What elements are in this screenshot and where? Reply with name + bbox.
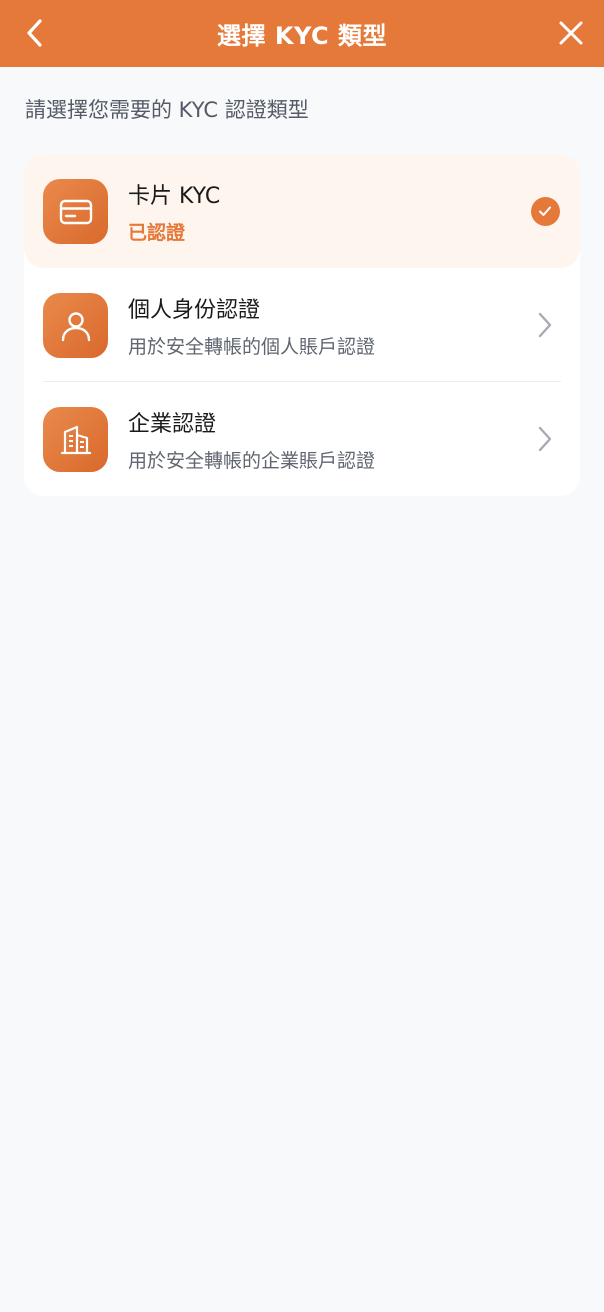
chevron-right-icon xyxy=(530,310,560,340)
kyc-option-enterprise[interactable]: 企業認證 用於安全轉帳的企業賬戶認證 xyxy=(24,382,580,496)
page-title: 選擇 KYC 類型 xyxy=(217,22,387,50)
card-icon xyxy=(59,199,92,224)
option-label: 企業認證 xyxy=(128,412,217,437)
app-header: 選擇 KYC 類型 xyxy=(0,0,604,67)
close-button[interactable] xyxy=(554,16,588,50)
selected-indicator xyxy=(530,196,560,226)
kyc-option-personal[interactable]: 個人身份認證 用於安全轉帳的個人賬戶認證 xyxy=(24,268,580,382)
kyc-option-card[interactable]: 卡片 KYC 已認證 xyxy=(24,154,580,268)
option-description: 用於安全轉帳的企業賬戶認證 xyxy=(128,450,376,472)
building-icon xyxy=(60,425,91,454)
close-icon xyxy=(559,21,583,45)
verified-status: 已認證 xyxy=(128,222,186,244)
chevron-left-icon xyxy=(27,19,42,47)
option-description: 用於安全轉帳的個人賬戶認證 xyxy=(128,336,376,358)
chevron-right-icon xyxy=(530,424,560,454)
instruction-text: 請選擇您需要的 KYC 認證類型 xyxy=(25,98,309,122)
person-icon-box xyxy=(43,293,108,358)
option-label: 卡片 KYC xyxy=(128,184,221,209)
check-circle-icon xyxy=(530,196,560,226)
card-icon-box xyxy=(43,179,108,244)
option-label: 個人身份認證 xyxy=(128,298,261,323)
back-button[interactable] xyxy=(18,16,52,50)
kyc-options-card: 卡片 KYC 已認證 個人身份認證 用於安全轉帳的個人賬戶認證 企業認證 用於安… xyxy=(24,154,580,496)
person-icon xyxy=(61,311,90,341)
building-icon-box xyxy=(43,407,108,472)
